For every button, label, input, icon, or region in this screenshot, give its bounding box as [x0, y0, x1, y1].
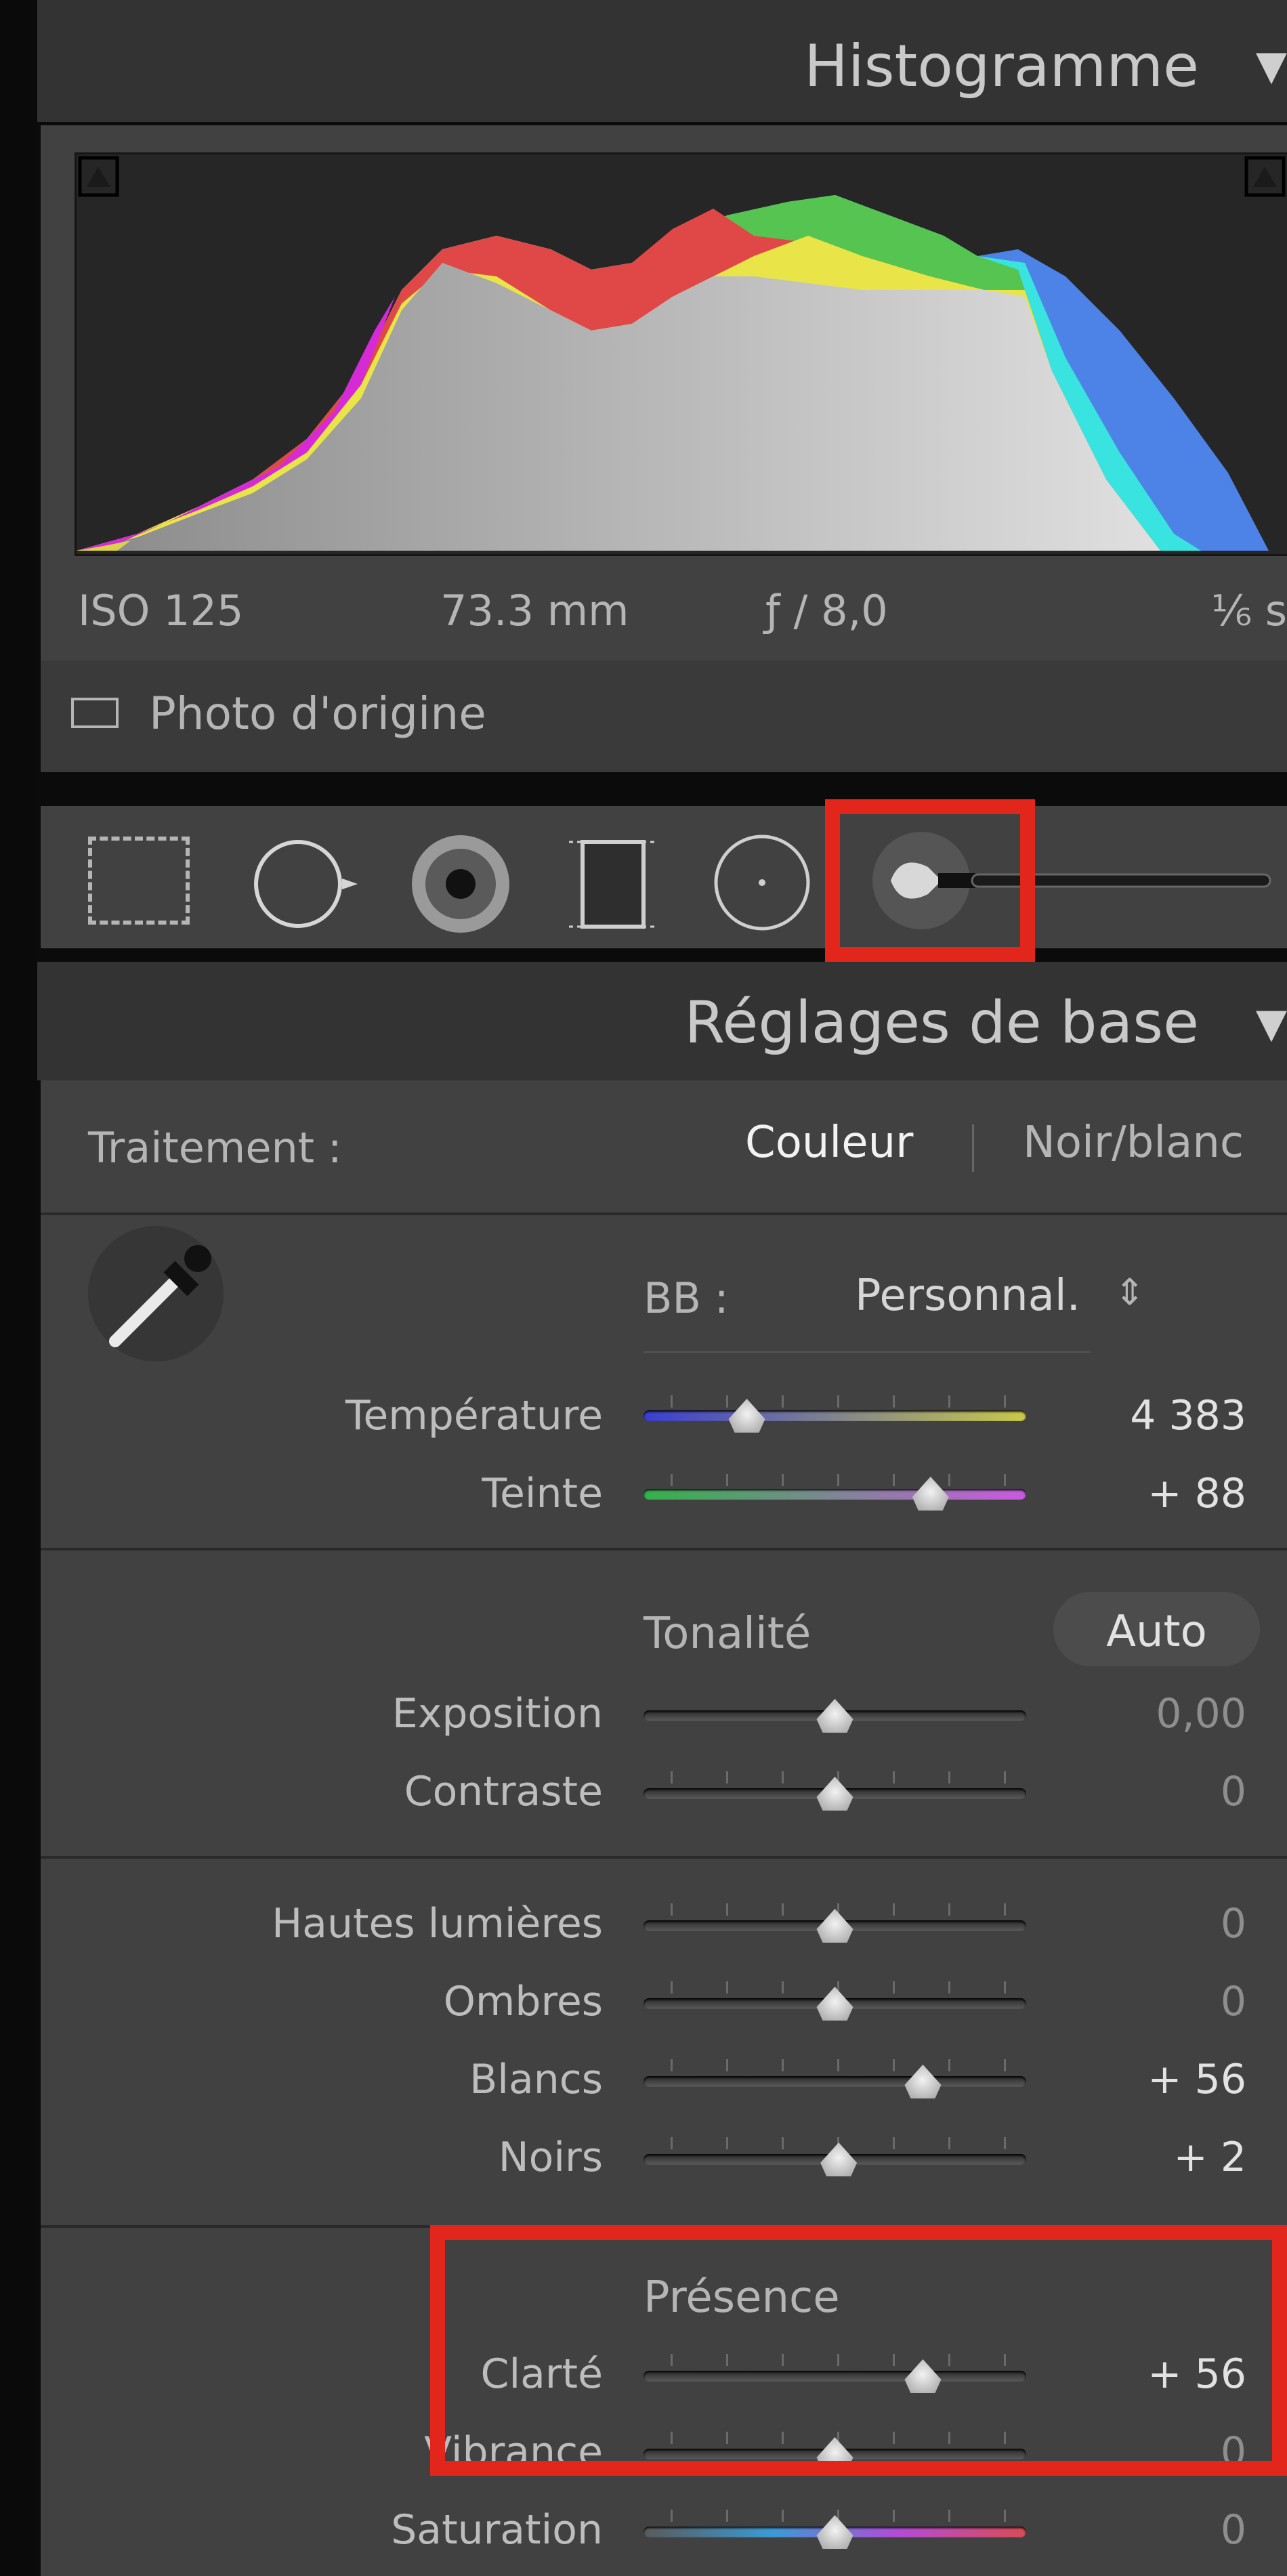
tone-label: Tonalité [644, 1609, 811, 1659]
tint-ticks [671, 1474, 1006, 1486]
radial-filter-icon[interactable] [711, 832, 813, 936]
aperture-readout: ƒ / 8,0 [765, 586, 888, 635]
blacks-label: Noirs [498, 2134, 603, 2181]
graduated-filter-icon[interactable] [562, 832, 664, 936]
checkbox-icon[interactable] [71, 698, 119, 728]
wb-preset-select[interactable]: Personnal. [855, 1271, 1080, 1321]
temperature-value[interactable]: 4 383 [1130, 1392, 1246, 1439]
auto-button-label: Auto [1106, 1607, 1207, 1657]
bw-option[interactable]: Noir/blanc [1023, 1118, 1244, 1168]
select-arrows-icon[interactable]: ⇕ [1114, 1271, 1145, 1313]
histogram-chart [77, 156, 1286, 551]
exposure-label: Exposition [392, 1690, 603, 1737]
tint-slider-track[interactable] [644, 1489, 1026, 1500]
saturation-value[interactable]: 0 [1221, 2506, 1246, 2554]
iso-readout: ISO 125 [78, 586, 244, 635]
tint-value[interactable]: + 88 [1147, 1470, 1246, 1517]
left-gutter [0, 0, 37, 2576]
collapse-triangle-icon[interactable]: ▼ [1256, 1000, 1287, 1047]
separator [41, 1212, 1287, 1215]
collapse-triangle-icon[interactable]: ▼ [1256, 42, 1287, 89]
histogram-panel: ISO 125 73.3 mm ƒ / 8,0 ⅙ s Photo d'orig… [41, 125, 1287, 772]
whites-value[interactable]: + 56 [1147, 2056, 1246, 2103]
shadows-value[interactable]: 0 [1221, 1978, 1246, 2025]
crop-overlay-icon[interactable] [88, 837, 190, 925]
divider [972, 1124, 974, 1172]
tint-label: Teinte [482, 1470, 603, 1517]
separator [41, 1548, 1287, 1550]
blacks-value[interactable]: + 2 [1173, 2134, 1246, 2181]
original-photo-label: Photo d'origine [149, 688, 486, 740]
auto-button[interactable]: Auto [1053, 1592, 1260, 1666]
histogram-title: Histogramme [804, 33, 1199, 100]
wb-label: BB : [644, 1273, 729, 1323]
separator [41, 1856, 1287, 1859]
treatment-label: Traitement : [88, 1123, 342, 1173]
temperature-ticks [671, 1395, 1006, 1408]
basic-header[interactable]: Réglages de base ▼ [37, 962, 1287, 1080]
exposure-value[interactable]: 0,00 [1156, 1690, 1246, 1737]
whites-slider-track[interactable] [644, 2076, 1026, 2087]
original-photo-row: Photo d'origine [41, 660, 1287, 772]
shadows-label: Ombres [443, 1978, 603, 2025]
temperature-label: Température [345, 1392, 603, 1439]
histogram-graph[interactable] [75, 152, 1287, 556]
highlights-label: Hautes lumières [272, 1900, 603, 1947]
histogram-header[interactable]: Histogramme ▼ [37, 0, 1287, 122]
highlights-value[interactable]: 0 [1221, 1900, 1246, 1947]
temperature-slider-track[interactable] [644, 1410, 1026, 1421]
contrast-value[interactable]: 0 [1221, 1768, 1246, 1815]
highlight-box-clarity [430, 2225, 1287, 2476]
focal-length-readout: 73.3 mm [440, 586, 629, 635]
separator [644, 1351, 1091, 1353]
color-option[interactable]: Couleur [745, 1118, 913, 1168]
whites-ticks [671, 2059, 1006, 2071]
saturation-label: Saturation [391, 2506, 603, 2554]
eyedropper-icon[interactable] [88, 1226, 224, 1361]
red-eye-icon[interactable] [406, 830, 515, 941]
shutter-readout: ⅙ s [1210, 586, 1287, 635]
highlight-box-brush [825, 799, 1035, 962]
whites-label: Blancs [469, 2056, 603, 2103]
spot-removal-icon[interactable] [251, 837, 379, 934]
contrast-label: Contraste [404, 1768, 603, 1815]
basic-title: Réglages de base [684, 989, 1199, 1057]
